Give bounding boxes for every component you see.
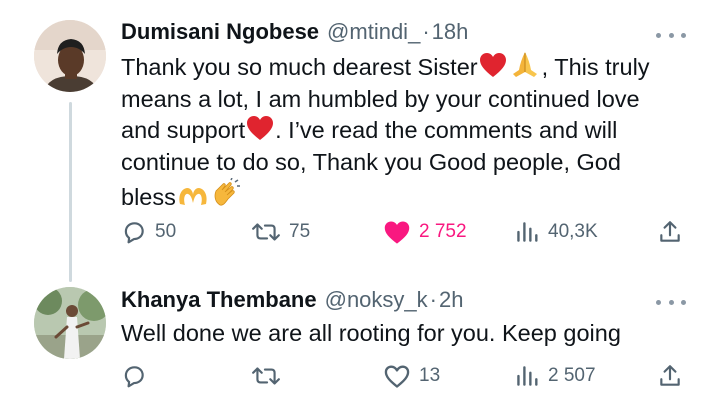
repost-button[interactable] bbox=[251, 361, 289, 391]
separator-dot: · bbox=[429, 287, 437, 312]
tweet-actions: 13 2 507 bbox=[0, 361, 720, 391]
tweet-text: Thank you so much dearest Sister , This t… bbox=[121, 50, 701, 214]
views-icon bbox=[517, 366, 538, 386]
avatar-photo bbox=[34, 287, 106, 359]
tweet-header: Dumisani Ngobese @mtindi_ · 18h bbox=[121, 18, 468, 46]
reply-button[interactable] bbox=[121, 361, 155, 391]
share-button[interactable] bbox=[657, 361, 683, 391]
reply-button[interactable]: 50 bbox=[121, 217, 176, 247]
tweet-actions: 50 75 2 752 40,3K bbox=[0, 217, 720, 247]
views-button[interactable]: 2 507 bbox=[514, 361, 596, 391]
clapping-hands-emoji bbox=[214, 178, 240, 206]
views-icon bbox=[517, 222, 538, 242]
author-name[interactable]: Khanya Thembane bbox=[121, 286, 317, 314]
reply-icon bbox=[124, 222, 144, 244]
author-handle[interactable]: @mtindi_ bbox=[327, 18, 420, 46]
avatar-photo bbox=[34, 20, 106, 92]
tweet-text: Well done we are all rooting for you. Ke… bbox=[121, 318, 701, 350]
tweet-text-line: Thank you so much dearest Sister bbox=[121, 54, 478, 80]
tweet-text-line: means a lot, I am humbled by your contin… bbox=[121, 85, 640, 112]
repost-count: 75 bbox=[289, 221, 311, 242]
heart-filled-icon bbox=[384, 221, 410, 244]
like-count: 2 752 bbox=[419, 221, 467, 242]
avatar[interactable] bbox=[34, 287, 106, 359]
tweet-text-line: . I’ve read the comments and will bbox=[275, 117, 618, 144]
separator-dot: · bbox=[422, 19, 430, 44]
like-button[interactable]: 13 bbox=[383, 361, 440, 391]
red-heart-emoji bbox=[479, 53, 506, 77]
avatar[interactable] bbox=[34, 20, 106, 92]
like-count: 13 bbox=[419, 365, 441, 386]
views-count: 2 507 bbox=[548, 365, 596, 386]
thread-line bbox=[69, 102, 72, 282]
tweet-time[interactable]: 2h bbox=[439, 286, 463, 314]
tweet-dumisani[interactable]: Dumisani Ngobese @mtindi_ · 18h Thank yo… bbox=[0, 0, 720, 282]
tweet-text-line: Well done we are all rooting for you. Ke… bbox=[121, 320, 621, 346]
views-count: 40,3K bbox=[548, 221, 598, 242]
red-heart-emoji bbox=[247, 116, 274, 141]
tweet-text-line: bless bbox=[121, 184, 176, 211]
author-name[interactable]: Dumisani Ngobese bbox=[121, 18, 319, 46]
reply-icon bbox=[124, 366, 144, 388]
heart-outline-icon bbox=[384, 365, 410, 388]
author-handle[interactable]: @noksy_k bbox=[325, 286, 428, 314]
folded-hands-emoji bbox=[512, 52, 537, 77]
tweet-header: Khanya Thembane @noksy_k · 2h bbox=[121, 286, 463, 314]
share-button[interactable] bbox=[657, 217, 683, 247]
heart-hands-emoji bbox=[179, 188, 207, 206]
views-button[interactable]: 40,3K bbox=[514, 217, 598, 247]
more-options-icon[interactable] bbox=[656, 297, 686, 307]
share-icon bbox=[660, 365, 680, 386]
more-options-icon[interactable] bbox=[656, 30, 686, 40]
like-button[interactable]: 2 752 bbox=[383, 217, 467, 247]
tweet-text-line: continue to do so, Thank you Good people… bbox=[121, 148, 621, 175]
share-icon bbox=[660, 221, 680, 242]
tweet-text-line: and support bbox=[121, 117, 246, 144]
tweet-time[interactable]: 18h bbox=[432, 18, 469, 46]
reply-count: 50 bbox=[155, 221, 177, 242]
repost-button[interactable]: 75 bbox=[251, 217, 310, 247]
repost-icon bbox=[252, 367, 280, 385]
repost-icon bbox=[252, 223, 280, 241]
tweet-text-line: , This truly bbox=[541, 54, 650, 80]
